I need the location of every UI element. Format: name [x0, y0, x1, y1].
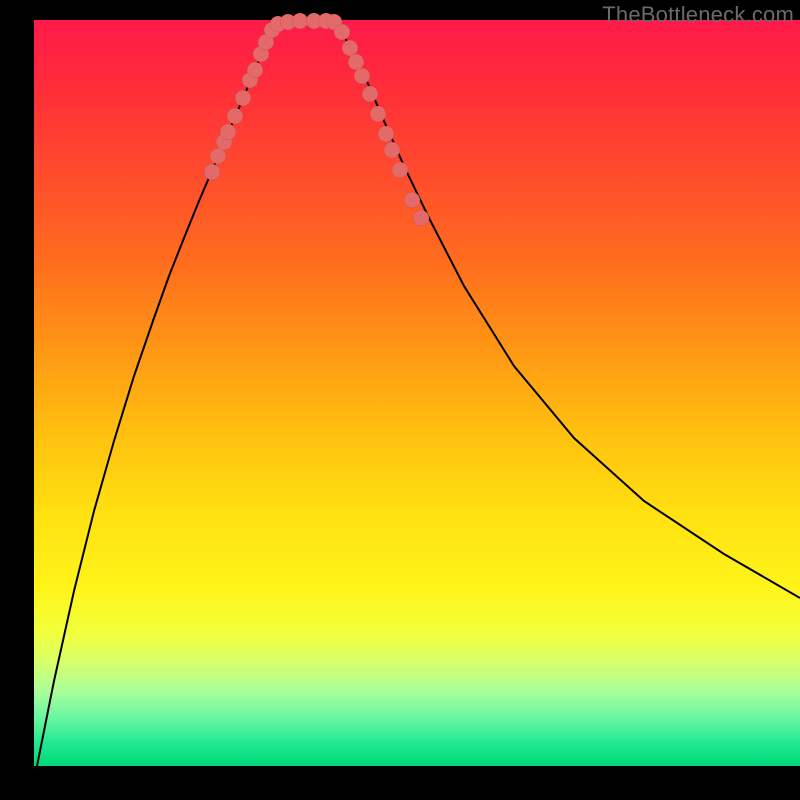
watermark-text: TheBottleneck.com [602, 2, 794, 28]
chart-frame: TheBottleneck.com [34, 0, 800, 766]
gradient-plot-area [34, 20, 800, 766]
